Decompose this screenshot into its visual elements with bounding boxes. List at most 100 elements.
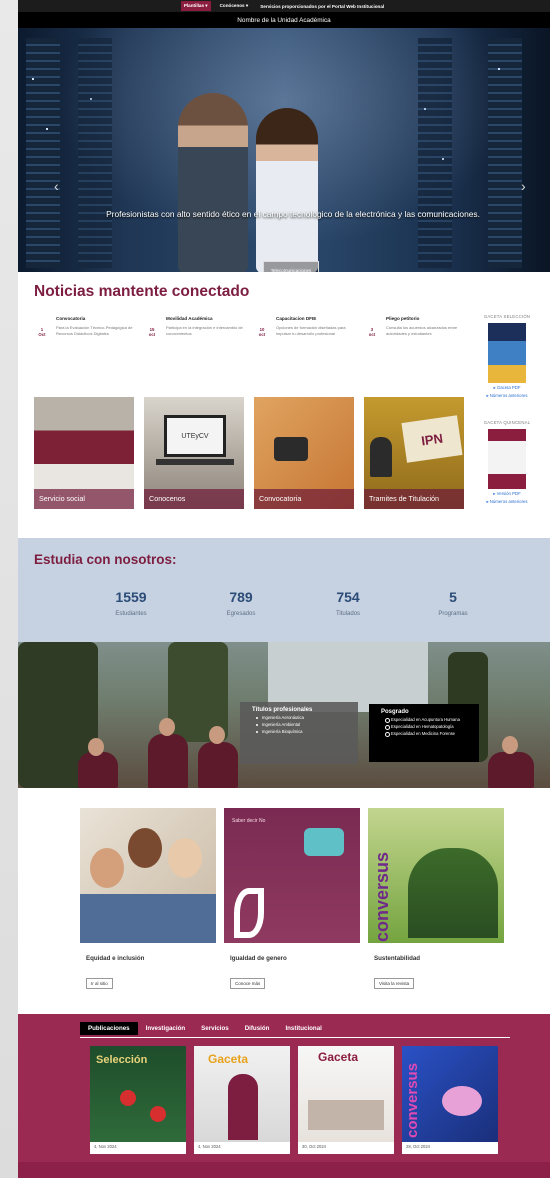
carousel-next-icon[interactable]: ›: [521, 178, 526, 194]
cover-title: Selección: [96, 1054, 148, 1066]
news-date: 3 oct: [368, 327, 376, 337]
promo-cards: Equidad e inclusión Ir al sitio Saber de…: [80, 808, 504, 990]
publication-card[interactable]: Selección 4, Nov 2024: [90, 1046, 186, 1154]
page: Plantillas ▾ Conócenos ▾ Servicios propo…: [0, 0, 550, 1178]
tab-publicaciones[interactable]: Publicaciones: [80, 1022, 138, 1035]
posgrado-item[interactable]: Especialidad en Medicina Forense: [369, 729, 479, 737]
posgrado-heading: Posgrado: [381, 709, 409, 715]
publication-card[interactable]: Gaceta 30, Oct 2024: [298, 1046, 394, 1154]
news-text: Opciones de formación diseñadas para imp…: [276, 325, 346, 336]
promo-igualdad: Saber decir No Igualdad de genero Conoce…: [224, 808, 360, 990]
unit-name: Nombre de la Unidad Académica: [237, 16, 331, 24]
hero-person-woman: [256, 108, 318, 272]
cover-art: [442, 1086, 482, 1116]
gaceta-pdf-link[interactable]: ▸ Gaceta PDF: [478, 385, 536, 391]
news-heading: Capacitacion DFIE: [276, 316, 317, 321]
news-heading: Movilidad Académica: [166, 316, 213, 321]
student: [78, 752, 118, 788]
promo-image: conversus: [368, 808, 504, 943]
titulos-heading: Títulos profesionales: [252, 707, 313, 713]
news-date: 10 oct: [258, 327, 266, 337]
carousel-prev-icon[interactable]: ‹: [54, 178, 59, 194]
unit-name-bar: Nombre de la Unidad Académica: [18, 12, 550, 28]
promo-button[interactable]: Conoce más: [230, 978, 266, 989]
news-heading: Pliego petitorio: [386, 316, 420, 321]
promo-title: Sustentabilidad: [374, 955, 421, 962]
top-nav: Plantillas ▾ Conócenos ▾ Servicios propo…: [18, 0, 550, 12]
nav-conocenos[interactable]: Conócenos ▾: [217, 1, 252, 11]
news-item[interactable]: 15 oct Movilidad Académica Participa en la…: [144, 316, 254, 337]
publication-card[interactable]: Gaceta 4, Nov 2024: [194, 1046, 290, 1154]
student: [209, 726, 225, 744]
card-servicio-social[interactable]: Servicio social: [34, 397, 134, 509]
stat-estudiantes: 1559 Estudiantes: [115, 589, 147, 617]
titulos-profesionales-panel: Títulos profesionales Ingeniería Aeronáu…: [240, 702, 358, 764]
laptop-screen: UTEyCV: [164, 415, 226, 457]
publication-cover: conversus: [402, 1046, 498, 1142]
stat-programas: 5 Programas: [438, 589, 468, 617]
news-item[interactable]: 10 oct Capacitacion DFIE Opciones de forma…: [254, 316, 364, 337]
promo-image: [80, 808, 216, 943]
gaceta-seleccion: GACETA SELECCIÓN ▸ Gaceta PDF ▸ Números …: [478, 314, 536, 399]
previous-issues-link[interactable]: ▸ Números anteriores: [478, 499, 536, 505]
hero-person-man: [178, 93, 248, 272]
publication-date: 28, Oct 2024: [406, 1144, 430, 1149]
posgrado-item[interactable]: Especialidad en Hematopatología: [369, 722, 479, 730]
promo-sustentabilidad: conversus Sustentabilidad Visita la revi…: [368, 808, 504, 990]
graduate-figure: [370, 437, 392, 477]
tab-difusion[interactable]: Difusión: [237, 1022, 278, 1035]
news-text: Participa en la integración e intercambi…: [166, 325, 243, 336]
publication-cover: Gaceta: [298, 1046, 394, 1142]
hero-button[interactable]: Telecomunicaciones: [263, 261, 319, 272]
promo-overlay-text: conversus: [372, 851, 392, 942]
cover-figure: [228, 1074, 258, 1140]
card-conocenos[interactable]: UTEyCV Conocenos: [144, 397, 244, 509]
stats-title: Estudia con nosotros:: [34, 552, 177, 567]
promo-button[interactable]: Ir al sitio: [86, 978, 113, 989]
publication-cover: Gaceta: [194, 1046, 290, 1142]
promo-title: Equidad e inclusión: [86, 955, 145, 962]
news-text: Para la Evaluación Técnico-Pedagógica de…: [56, 325, 133, 336]
ornament: [150, 1106, 166, 1122]
gaceta-seleccion-cover[interactable]: [488, 323, 526, 383]
site: Plantillas ▾ Conócenos ▾ Servicios propo…: [18, 0, 550, 1178]
person: [90, 848, 124, 888]
tab-investigacion[interactable]: Investigación: [138, 1022, 194, 1035]
card-tramites[interactable]: IPN Tramites de Titulación: [364, 397, 464, 509]
publication-date: 4, Nov 2024: [94, 1144, 117, 1149]
publications-list: Selección 4, Nov 2024 Gaceta 4, Nov 2024: [90, 1046, 498, 1154]
tab-institucional[interactable]: Institucional: [277, 1022, 329, 1035]
publication-card[interactable]: conversus 28, Oct 2024: [402, 1046, 498, 1154]
tab-servicios[interactable]: Servicios: [193, 1022, 237, 1035]
gaceta-quincenal-cover[interactable]: [488, 429, 526, 489]
server-rack: [418, 38, 452, 268]
feature-cards: Servicio social UTEyCV Conocenos Convoca…: [34, 397, 464, 509]
version-pdf-link[interactable]: ▸ Versión PDF: [478, 491, 536, 497]
gaceta-seleccion-title: GACETA SELECCIÓN: [483, 314, 531, 319]
ornament: [120, 1090, 136, 1106]
titulo-item[interactable]: Ingeniería Bioquímica: [240, 727, 358, 734]
promo-button[interactable]: Visita la revista: [374, 978, 415, 989]
cover-title: conversus: [404, 1062, 421, 1138]
camera-icon: [274, 437, 308, 461]
student: [148, 734, 188, 788]
nav-plantillas[interactable]: Plantillas ▾: [180, 1, 211, 11]
promo-title: Igualdad de genero: [230, 955, 287, 962]
titulo-item[interactable]: Ingeniería Ambiental: [240, 720, 358, 727]
promo-equidad: Equidad e inclusión Ir al sitio: [80, 808, 216, 990]
diploma-ipn: IPN: [401, 415, 463, 463]
news-item[interactable]: 1 Oct Convocatoria Para la Evaluación Técn…: [34, 316, 144, 337]
card-convocatoria[interactable]: Convocatoria: [254, 397, 354, 509]
stats-section: Estudia con nosotros: 1559 Estudiantes 78…: [18, 538, 550, 642]
previous-issues-link[interactable]: ▸ Números anteriores: [478, 393, 536, 399]
posgrado-item[interactable]: Especialidad en Acupuntura Humana: [369, 715, 479, 723]
cover-title: Gaceta: [208, 1052, 249, 1066]
hero-caption: Profesionistas con alto sentido ético en…: [106, 209, 480, 219]
hand-stop-icon: [304, 828, 344, 856]
nav-servicios[interactable]: Servicios proporcionados por el Portal W…: [257, 2, 387, 11]
news-item[interactable]: 3 oct Pliego petitorio Consulta los acuerd…: [364, 316, 474, 337]
campus-photo: Títulos profesionales Ingeniería Aeronáu…: [18, 642, 550, 788]
cover-photo: [308, 1100, 384, 1130]
posgrado-panel: Posgrado Especialidad en Acupuntura Huma…: [369, 704, 479, 762]
titulo-item[interactable]: Ingeniería Aeronáutica: [240, 713, 358, 720]
